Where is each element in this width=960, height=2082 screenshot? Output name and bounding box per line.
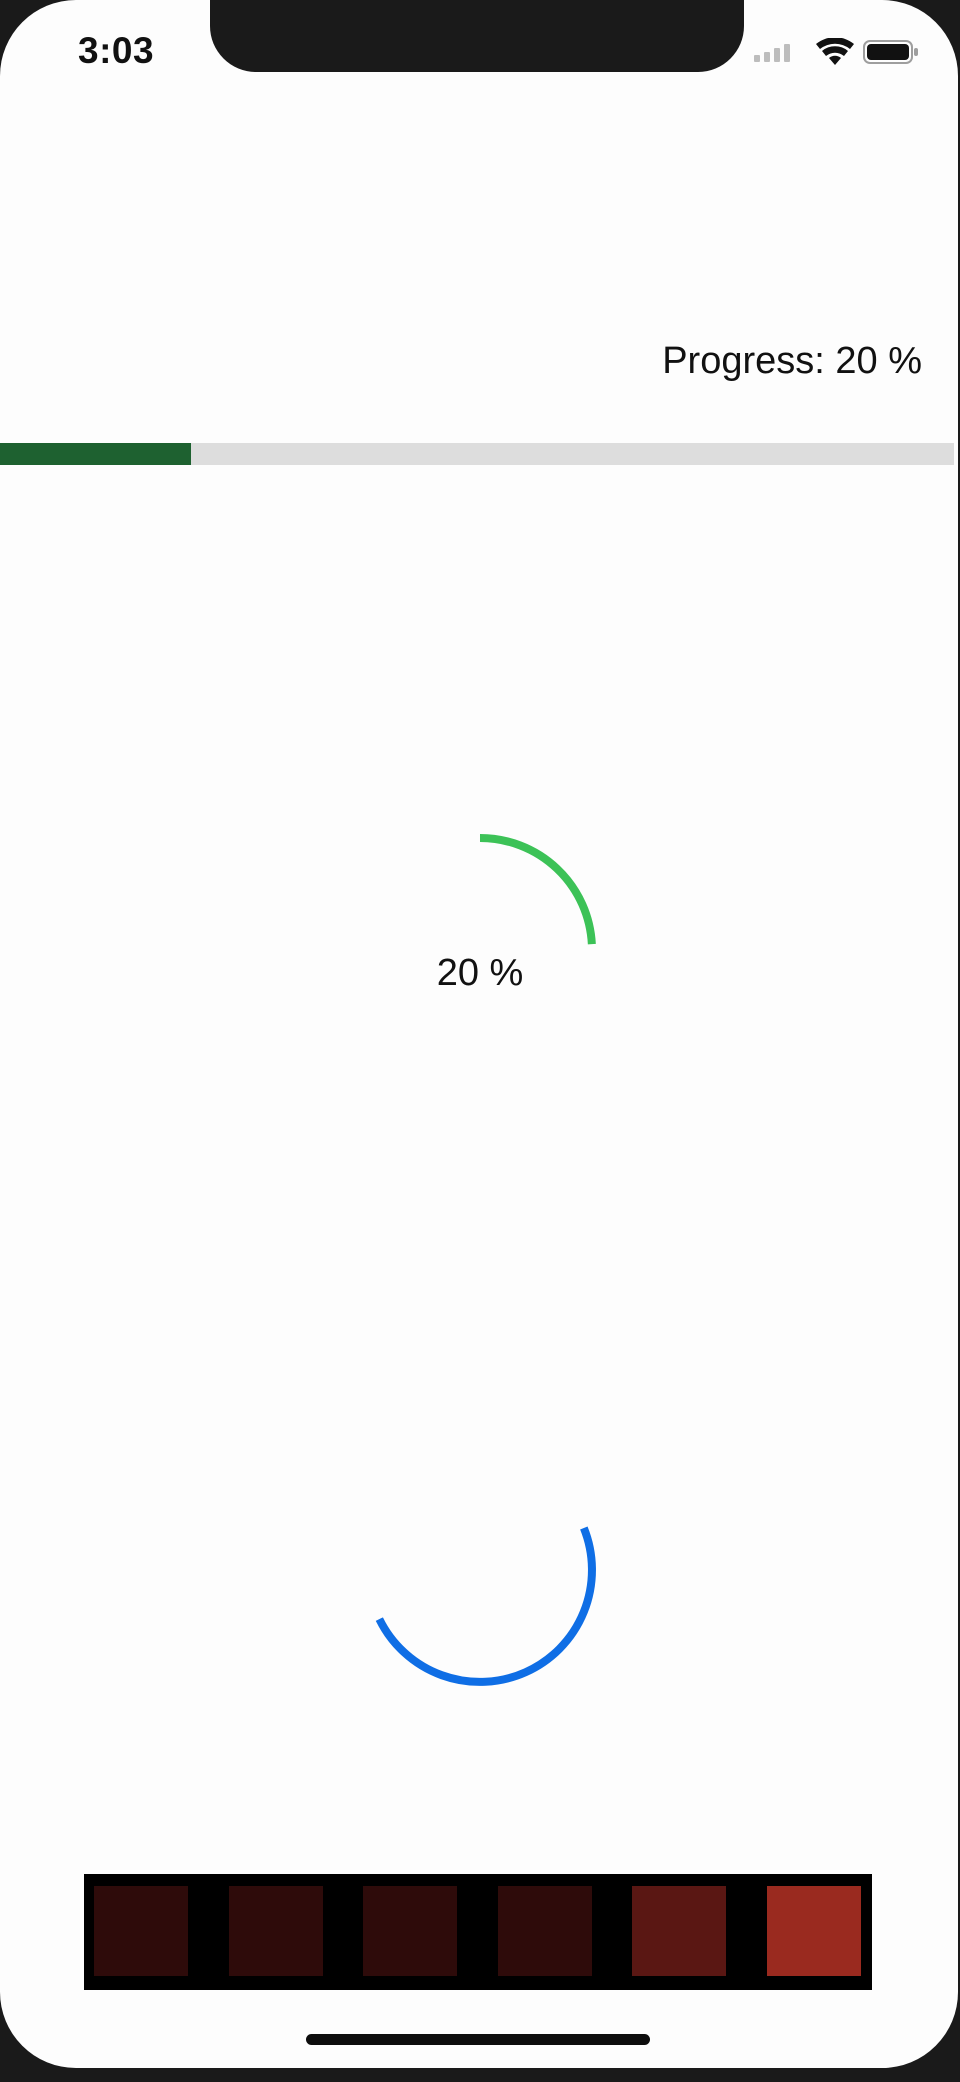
wifi-icon bbox=[816, 37, 854, 65]
color-block-4 bbox=[497, 1886, 592, 1976]
color-block-6 bbox=[766, 1886, 861, 1976]
app-screen: 3:03 Progress: 20 % 20 % bbox=[0, 0, 958, 2068]
circular-progress-label: 20 % bbox=[436, 952, 524, 994]
circular-progress bbox=[330, 800, 630, 1100]
color-block-2 bbox=[228, 1886, 323, 1976]
linear-progress-track bbox=[0, 443, 954, 465]
loading-spinner-arc bbox=[375, 1526, 596, 1686]
loading-spinner-svg bbox=[375, 1526, 596, 1686]
linear-progress-fill bbox=[0, 443, 191, 465]
color-block-3 bbox=[363, 1886, 457, 1976]
battery-icon bbox=[863, 40, 918, 64]
device-notch bbox=[210, 0, 744, 72]
color-block-1 bbox=[94, 1886, 188, 1976]
circular-progress-arc bbox=[479, 834, 596, 945]
progress-label: Progress: 20 % bbox=[662, 340, 922, 382]
loading-spinner bbox=[330, 1420, 630, 1720]
status-icons-svg bbox=[754, 37, 918, 65]
device-frame: 3:03 Progress: 20 % 20 % bbox=[0, 0, 960, 2082]
home-indicator bbox=[306, 2034, 650, 2045]
color-block-strip bbox=[84, 1874, 872, 1990]
status-icons bbox=[752, 37, 922, 68]
status-time: 3:03 bbox=[78, 30, 155, 71]
color-block-5 bbox=[632, 1886, 726, 1976]
cellular-signal-icon bbox=[754, 44, 790, 62]
circular-progress-svg bbox=[479, 834, 596, 945]
